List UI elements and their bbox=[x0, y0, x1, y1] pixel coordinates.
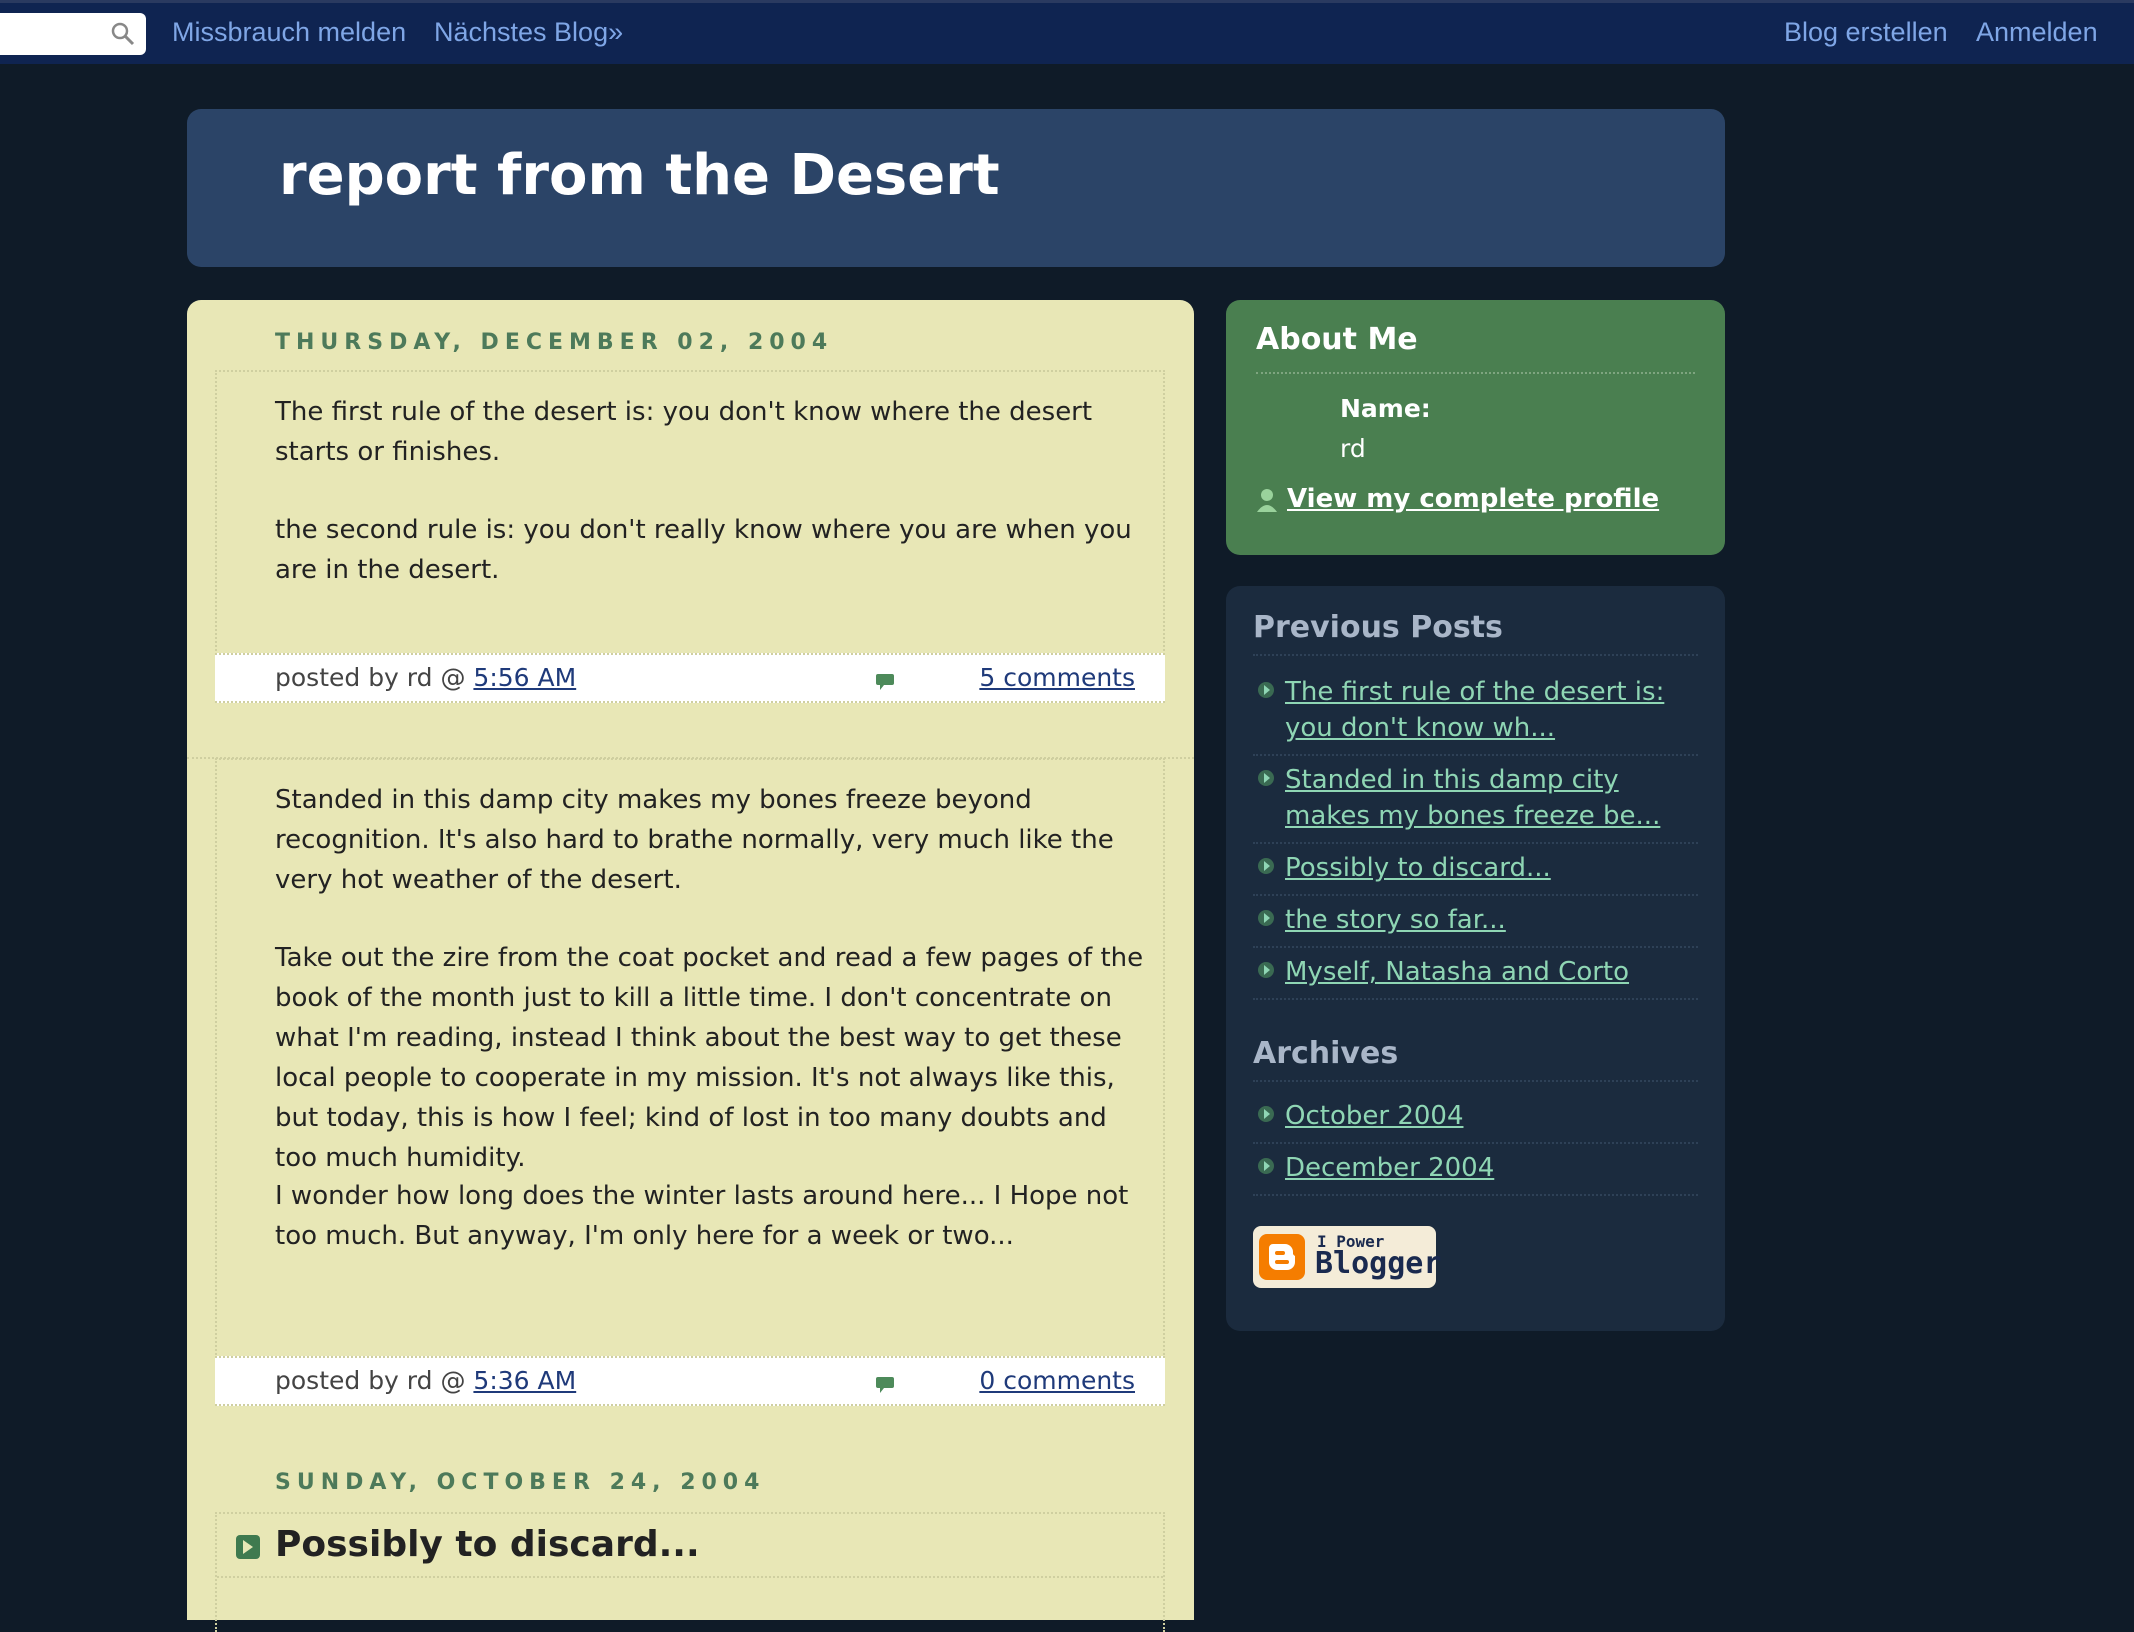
blog-title[interactable]: report from the Desert bbox=[279, 143, 1000, 208]
post-permalink-time[interactable]: 5:56 AM bbox=[473, 663, 576, 692]
divider bbox=[1253, 998, 1698, 1000]
bullet-arrow-icon bbox=[1258, 1158, 1274, 1174]
post-date-header: THURSDAY, DECEMBER 02, 2004 bbox=[275, 330, 834, 355]
post-byline: posted by rd @ 5:56 AM bbox=[275, 663, 576, 692]
posted-by-text: posted by rd @ bbox=[275, 663, 466, 692]
comment-icon bbox=[876, 674, 894, 690]
post-footer: posted by rd @ 5:56 AM 5 comments bbox=[215, 653, 1165, 703]
previous-post-link[interactable]: The first rule of the desert is: you don… bbox=[1285, 674, 1705, 746]
post-date-header: SUNDAY, OCTOBER 24, 2004 bbox=[275, 1470, 766, 1495]
view-profile-link[interactable]: View my complete profile bbox=[1287, 484, 1659, 514]
post-paragraph: The first rule of the desert is: you don… bbox=[275, 397, 1093, 467]
comments-link[interactable]: 5 comments bbox=[979, 663, 1135, 692]
divider bbox=[1253, 946, 1698, 948]
divider bbox=[1256, 372, 1695, 374]
sidebar-lists-box: Previous Posts The first rule of the des… bbox=[1226, 586, 1725, 1331]
bullet-arrow-icon bbox=[1258, 962, 1274, 978]
divider bbox=[217, 1576, 1163, 1578]
previous-post-link[interactable]: Myself, Natasha and Corto bbox=[1285, 954, 1705, 990]
previous-post-link[interactable]: Possibly to discard... bbox=[1285, 850, 1705, 886]
divider bbox=[1253, 842, 1698, 844]
divider bbox=[1253, 1194, 1698, 1196]
comments-link[interactable]: 0 comments bbox=[979, 1366, 1135, 1395]
top-navbar: Missbrauch melden Nächstes Blog» Blog er… bbox=[0, 0, 2134, 64]
previous-post-link[interactable]: Standed in this damp city makes my bones… bbox=[1285, 762, 1705, 834]
divider bbox=[1253, 894, 1698, 896]
archives-heading: Archives bbox=[1253, 1036, 1399, 1071]
divider bbox=[1253, 1142, 1698, 1144]
blog-header: report from the Desert bbox=[187, 109, 1725, 267]
badge-big-text: Blogger bbox=[1315, 1246, 1442, 1281]
search-input[interactable] bbox=[0, 13, 146, 55]
bullet-arrow-icon bbox=[1258, 910, 1274, 926]
powered-by-blogger-button[interactable]: I Power Blogger bbox=[1253, 1226, 1441, 1288]
post-body: Standed in this damp city makes my bones… bbox=[215, 758, 1165, 1358]
divider bbox=[1253, 754, 1698, 756]
post-paragraph: I wonder how long does the winter lasts … bbox=[275, 1181, 1129, 1251]
post-footer: posted by rd @ 5:36 AM 0 comments bbox=[215, 1356, 1165, 1406]
post-title-arrow-icon bbox=[236, 1535, 260, 1559]
divider bbox=[1253, 654, 1698, 656]
main-column: THURSDAY, DECEMBER 02, 2004 The first ru… bbox=[187, 300, 1194, 1632]
post-byline: posted by rd @ 5:36 AM bbox=[275, 1366, 576, 1395]
previous-posts-heading: Previous Posts bbox=[1253, 610, 1503, 645]
about-me-heading: About Me bbox=[1256, 322, 1418, 357]
blogger-logo-icon bbox=[1259, 1234, 1305, 1280]
post-permalink-time[interactable]: 5:36 AM bbox=[473, 1366, 576, 1395]
name-label: Name: bbox=[1340, 394, 1431, 423]
name-value: rd bbox=[1340, 434, 1366, 463]
posted-by-text: posted by rd @ bbox=[275, 1366, 466, 1395]
bullet-arrow-icon bbox=[1258, 770, 1274, 786]
divider bbox=[1253, 1080, 1698, 1082]
bullet-arrow-icon bbox=[1258, 858, 1274, 874]
post-title[interactable]: Possibly to discard... bbox=[275, 1524, 700, 1565]
post-paragraph: Standed in this damp city makes my bones… bbox=[275, 785, 1114, 895]
bullet-arrow-icon bbox=[1258, 682, 1274, 698]
post-body: The first rule of the desert is: you don… bbox=[215, 370, 1165, 655]
report-abuse-link[interactable]: Missbrauch melden bbox=[172, 17, 406, 48]
archive-link[interactable]: December 2004 bbox=[1285, 1150, 1705, 1186]
about-me-box: About Me Name: rd View my complete profi… bbox=[1226, 300, 1725, 555]
create-blog-link[interactable]: Blog erstellen bbox=[1784, 17, 1948, 48]
previous-post-link[interactable]: the story so far... bbox=[1285, 902, 1705, 938]
post-body: Possibly to discard... bbox=[215, 1512, 1165, 1632]
person-icon bbox=[1257, 489, 1277, 512]
post-paragraph: Take out the zire from the coat pocket a… bbox=[275, 943, 1144, 1173]
post-paragraph: the second rule is: you don't really kno… bbox=[275, 515, 1132, 585]
next-blog-link[interactable]: Nächstes Blog» bbox=[434, 17, 623, 48]
search-icon[interactable] bbox=[110, 21, 136, 47]
comment-icon bbox=[876, 1377, 894, 1393]
archive-link[interactable]: October 2004 bbox=[1285, 1098, 1705, 1134]
sign-in-link[interactable]: Anmelden bbox=[1976, 17, 2098, 48]
bullet-arrow-icon bbox=[1258, 1106, 1274, 1122]
